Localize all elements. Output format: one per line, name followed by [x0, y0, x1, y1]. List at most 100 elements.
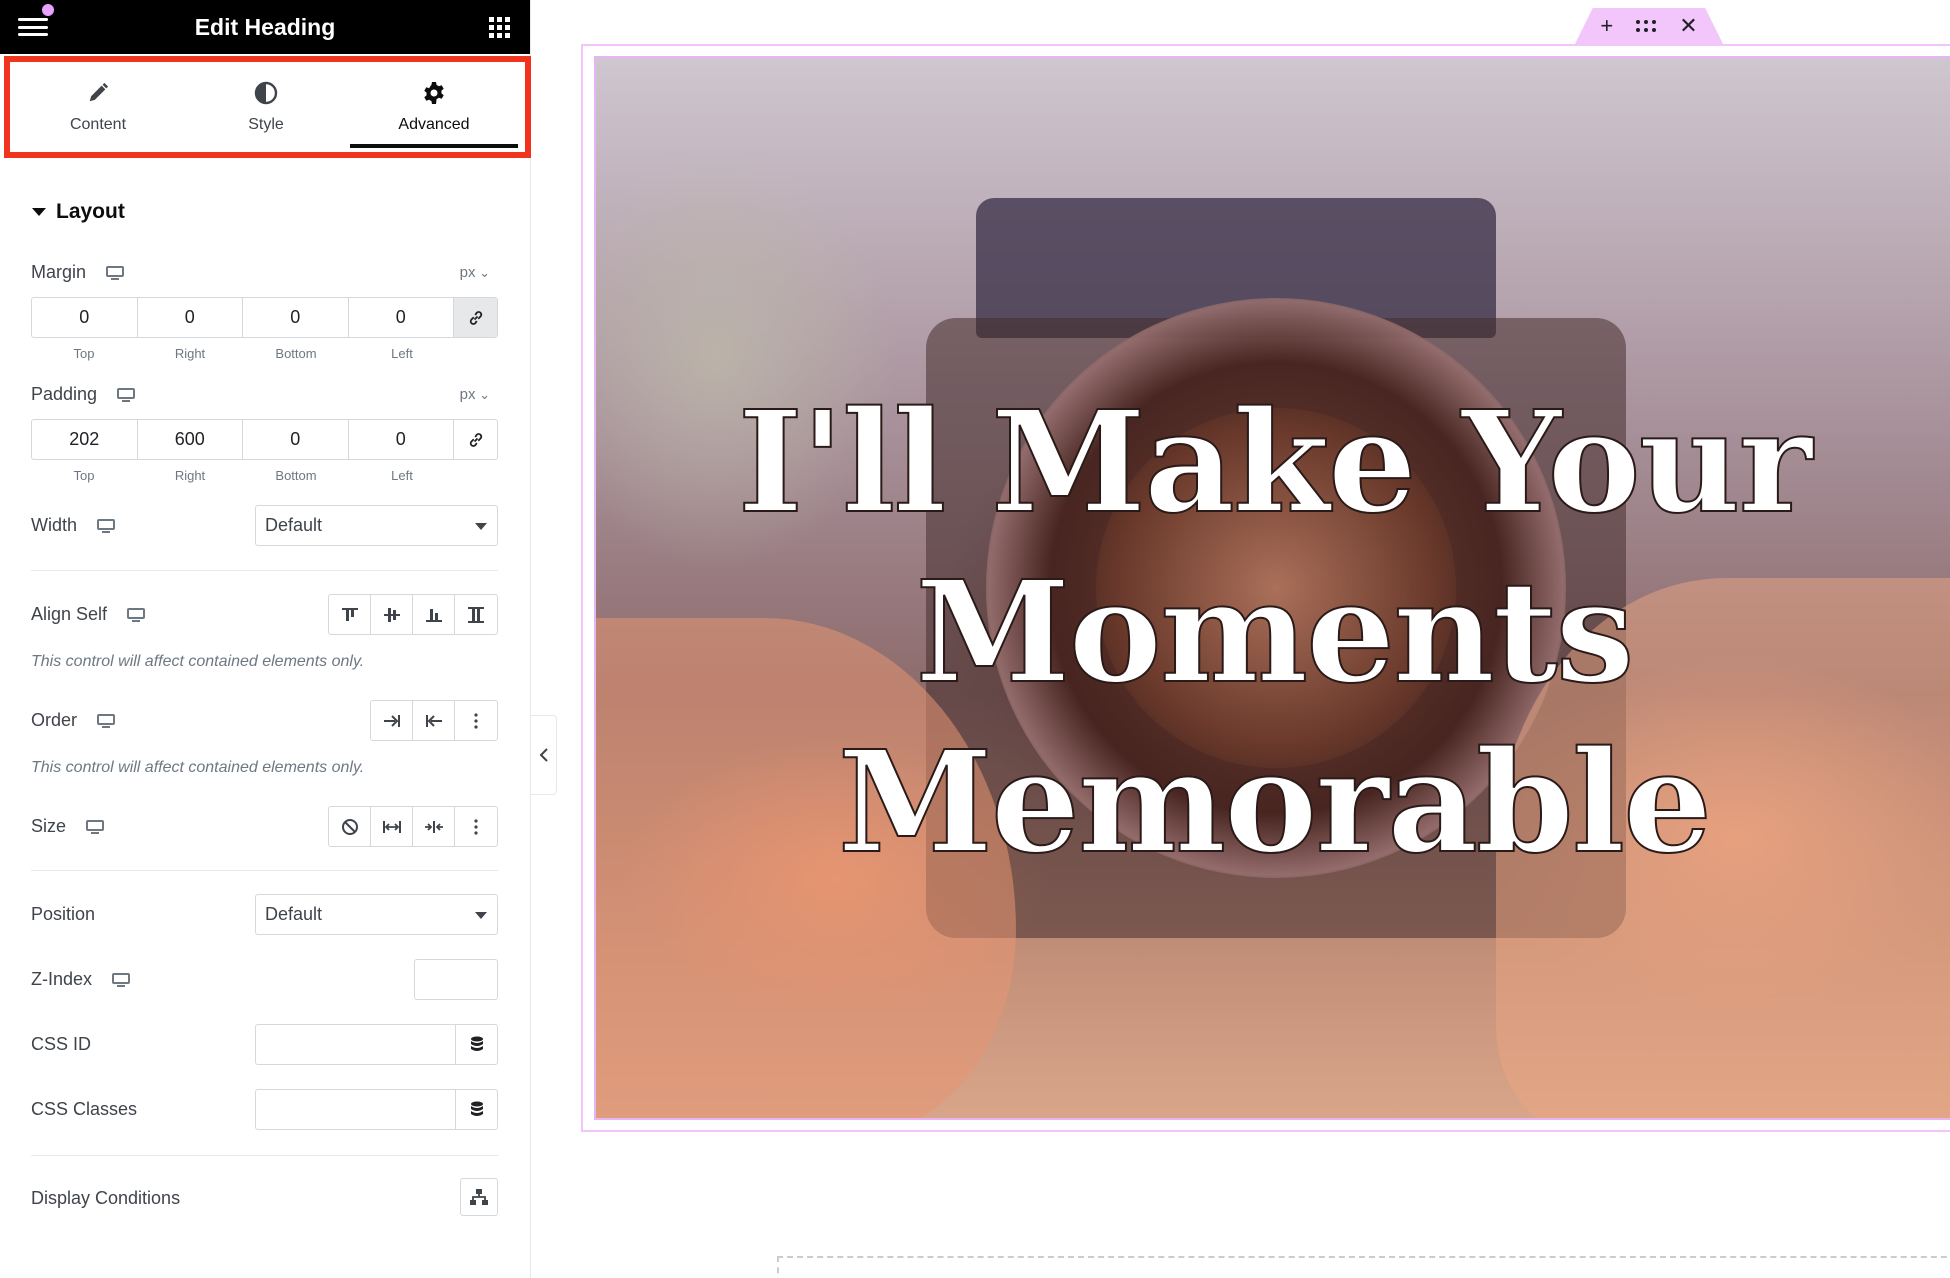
shrink-horizontal-icon [424, 820, 443, 833]
desktop-icon[interactable] [106, 265, 125, 280]
align-self-note: This control will affect contained eleme… [31, 653, 365, 670]
order-more-button[interactable] [455, 701, 497, 740]
display-conditions-control: Display Conditions [31, 1178, 498, 1219]
position-select[interactable]: Default [255, 894, 498, 935]
margin-bottom-input[interactable]: 0 [243, 298, 349, 337]
hero-image-section[interactable]: I'll Make Your Moments Memorable [594, 56, 1950, 1120]
editor-app: Edit Heading Content Style Advanced Layo… [0, 0, 1950, 1278]
desktop-icon[interactable] [97, 713, 116, 728]
css-id-field [255, 1024, 498, 1065]
padding-top-label: Top [73, 468, 95, 483]
align-center-button[interactable] [371, 595, 413, 634]
padding-left-input[interactable]: 0 [349, 420, 454, 459]
margin-left-input[interactable]: 0 [349, 298, 454, 337]
width-select[interactable]: Default [255, 505, 498, 546]
position-label: Position [31, 904, 95, 925]
delete-container-button[interactable]: ✕ [1679, 15, 1697, 37]
panel-title: Edit Heading [194, 13, 336, 40]
css-classes-input[interactable] [256, 1090, 456, 1129]
add-element-button[interactable]: + [1600, 15, 1613, 37]
section-divider [31, 1155, 498, 1156]
desktop-icon[interactable] [112, 972, 131, 987]
padding-bottom-input[interactable]: 0 [243, 420, 349, 459]
size-grow-button[interactable] [371, 807, 413, 846]
padding-inputs: 202 600 0 0 [31, 419, 498, 460]
margin-top-input[interactable]: 0 [32, 298, 138, 337]
margin-label-text: Margin [31, 262, 87, 282]
arrow-to-start-icon [425, 714, 442, 727]
chevron-left-icon [539, 748, 548, 762]
layout-section-toggle[interactable]: Layout [0, 158, 530, 224]
tab-advanced-label: Advanced [398, 116, 470, 133]
order-label: Order [31, 710, 116, 731]
padding-right-label: Right [174, 468, 206, 483]
desktop-icon[interactable] [127, 607, 146, 622]
padding-link-button[interactable] [454, 420, 497, 459]
align-start-icon [341, 607, 358, 621]
margin-right-input[interactable]: 0 [138, 298, 243, 337]
margin-top-label: Top [73, 346, 95, 361]
order-note: This control will affect contained eleme… [31, 759, 365, 776]
menu-icon[interactable] [18, 15, 48, 39]
more-vertical-icon [474, 818, 478, 835]
size-shrink-button[interactable] [413, 807, 455, 846]
css-classes-control: CSS Classes [31, 1089, 498, 1130]
order-start-button[interactable] [413, 701, 455, 740]
display-conditions-label-text: Display Conditions [31, 1188, 181, 1208]
database-icon [470, 1036, 483, 1051]
dynamic-tags-button[interactable] [456, 1025, 497, 1064]
size-control: Size [31, 806, 498, 847]
editor-panel: Edit Heading Content Style Advanced Layo… [0, 0, 531, 1278]
order-control: Order [31, 700, 498, 741]
z-index-control: Z-Index [31, 959, 498, 1000]
position-label-text: Position [31, 904, 96, 924]
padding-bottom-label: Bottom [275, 468, 317, 483]
widgets-grid-icon[interactable] [489, 16, 510, 38]
display-conditions-button[interactable] [460, 1178, 498, 1216]
width-label-text: Width [31, 515, 78, 535]
tab-advanced[interactable]: Advanced [350, 62, 518, 152]
expand-horizontal-icon [382, 820, 401, 833]
align-stretch-icon [468, 606, 484, 623]
align-start-button[interactable] [329, 595, 371, 634]
empty-drop-zone[interactable] [777, 1256, 1950, 1278]
padding-top-input[interactable]: 202 [32, 420, 138, 459]
arrow-to-end-icon [383, 714, 400, 727]
tab-style[interactable]: Style [182, 62, 350, 152]
z-index-input[interactable] [414, 959, 498, 1000]
padding-right-input[interactable]: 600 [138, 420, 243, 459]
margin-unit-select[interactable]: px [460, 264, 490, 281]
size-none-button[interactable] [329, 807, 371, 846]
size-more-button[interactable] [455, 807, 497, 846]
align-end-button[interactable] [413, 595, 455, 634]
margin-label: Margin [31, 262, 125, 283]
drag-handle-button[interactable] [1635, 19, 1657, 33]
more-vertical-icon [474, 712, 478, 729]
width-control: Width Default [31, 505, 498, 546]
padding-label: Padding [31, 384, 136, 405]
desktop-icon[interactable] [86, 819, 105, 834]
margin-link-button[interactable] [454, 298, 497, 337]
align-self-label: Align Self [31, 604, 146, 625]
tab-content[interactable]: Content [14, 62, 182, 152]
desktop-icon[interactable] [117, 387, 136, 402]
align-stretch-button[interactable] [455, 595, 497, 634]
order-label-text: Order [31, 710, 78, 730]
panel-collapse-button[interactable] [531, 715, 557, 795]
panel-tabs-container: Content Style Advanced [4, 54, 531, 158]
sitemap-icon [470, 1189, 488, 1205]
margin-inputs: 0 0 0 0 [31, 297, 498, 338]
css-id-control: CSS ID [31, 1024, 498, 1065]
order-end-button[interactable] [371, 701, 413, 740]
hero-heading[interactable]: I'll Make Your Moments Memorable [596, 378, 1950, 888]
ban-icon [341, 818, 358, 835]
contrast-icon [253, 80, 279, 106]
link-icon [469, 432, 482, 447]
align-center-icon [383, 607, 400, 622]
css-id-input[interactable] [256, 1025, 456, 1064]
dynamic-tags-button[interactable] [456, 1090, 497, 1129]
desktop-icon[interactable] [97, 518, 116, 533]
width-label: Width [31, 515, 116, 536]
padding-unit-select[interactable]: px [460, 386, 490, 403]
container-toolbar: + ✕ [1575, 8, 1723, 44]
